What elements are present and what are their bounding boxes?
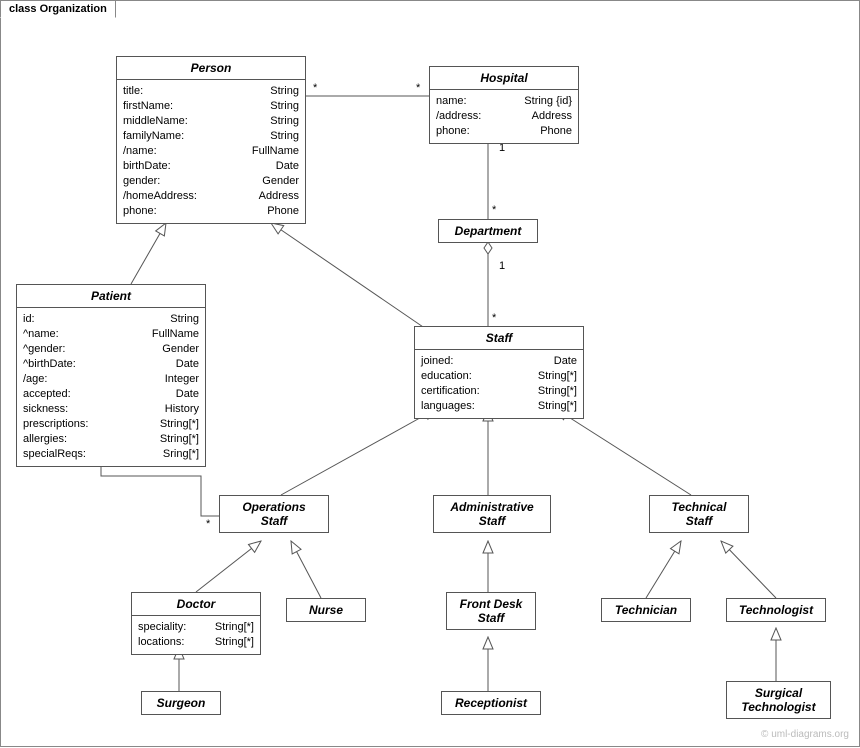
class-person: Person title:StringfirstName:Stringmiddl… [116,56,306,224]
class-technician: Technician [601,598,691,622]
class-attrs: joined:Dateeducation:String[*]certificat… [415,350,583,418]
class-hospital: Hospital name:String {id}/address:Addres… [429,66,579,144]
class-title: Doctor [132,593,260,616]
class-technologist: Technologist [726,598,826,622]
class-patient: Patient id:String^name:FullName^gender:G… [16,284,206,467]
class-operations-staff: Operations Staff [219,495,329,533]
class-title: Hospital [430,67,578,90]
svg-text:*: * [416,82,421,94]
class-title: Technician [602,599,690,621]
class-surgical-technologist: Surgical Technologist [726,681,831,719]
class-attrs: speciality:String[*]locations:String[*] [132,616,260,654]
class-title: Person [117,57,305,80]
uml-frame: class Organization [0,0,860,747]
class-surgeon: Surgeon [141,691,221,715]
class-title: Receptionist [442,692,540,714]
class-title: Surgeon [142,692,220,714]
class-department: Department [438,219,538,243]
class-technical-staff: Technical Staff [649,495,749,533]
class-attrs: name:String {id}/address:Addressphone:Ph… [430,90,578,143]
svg-text:*: * [492,204,497,216]
svg-text:*: * [313,82,318,94]
class-staff: Staff joined:Dateeducation:String[*]cert… [414,326,584,419]
class-title: Front Desk Staff [447,593,535,629]
svg-text:1: 1 [499,260,505,272]
class-title: Patient [17,285,205,308]
class-front-desk-staff: Front Desk Staff [446,592,536,630]
watermark: © uml-diagrams.org [761,729,849,740]
class-title: Staff [415,327,583,350]
class-doctor: Doctor speciality:String[*]locations:Str… [131,592,261,655]
class-receptionist: Receptionist [441,691,541,715]
class-title: Administrative Staff [434,496,550,532]
class-attrs: id:String^name:FullName^gender:Gender^bi… [17,308,205,466]
svg-text:*: * [492,312,497,324]
frame-label: class Organization [0,0,116,18]
class-attrs: title:StringfirstName:StringmiddleName:S… [117,80,305,223]
class-title: Technologist [727,599,825,621]
class-title: Department [439,220,537,242]
class-title: Surgical Technologist [727,682,830,718]
class-title: Nurse [287,599,365,621]
class-nurse: Nurse [286,598,366,622]
svg-text:*: * [206,518,211,530]
class-administrative-staff: Administrative Staff [433,495,551,533]
class-title: Technical Staff [650,496,748,532]
class-title: Operations Staff [220,496,328,532]
